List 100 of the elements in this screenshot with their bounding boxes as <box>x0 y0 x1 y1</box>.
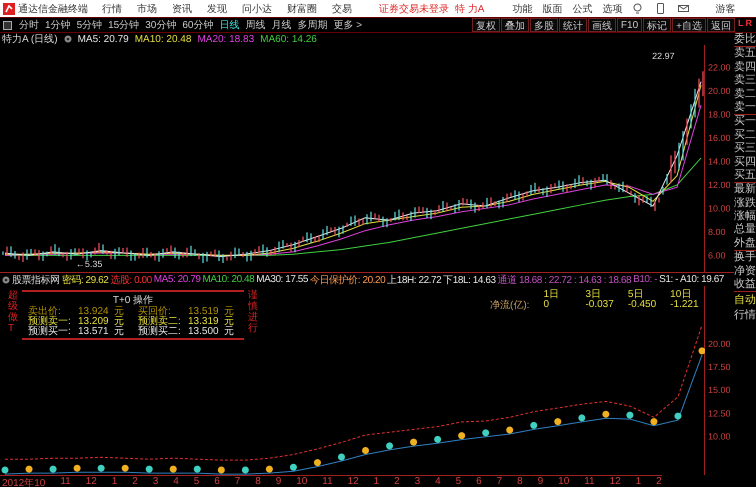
menu-item[interactable]: 版面 <box>542 2 562 16</box>
quote-field-label: 净资 <box>734 264 756 278</box>
toolbar-button[interactable]: +自选 <box>672 18 706 32</box>
panel-title: T+0 操作 <box>112 294 154 306</box>
quote-field-label: 涨幅 <box>734 210 756 223</box>
toolbar-button[interactable]: F10 <box>616 18 642 32</box>
toolbar-button[interactable]: 画线 <box>588 18 616 32</box>
bulb-icon[interactable] <box>632 3 644 14</box>
signal-dot <box>170 466 177 473</box>
quote-field-label: 买五 <box>734 168 756 182</box>
app-title: 通达信金融终端 <box>18 2 88 16</box>
axis-label: 22.00 <box>708 62 730 72</box>
signal-dot <box>74 464 81 472</box>
signal-dot <box>578 414 586 422</box>
menu-item[interactable]: 选项 <box>602 2 622 16</box>
signal-dot <box>602 410 610 418</box>
date-axis-label: 1 <box>112 476 118 487</box>
period-tab[interactable]: 日线 <box>216 18 242 32</box>
toolbar-button[interactable]: 多股 <box>530 18 558 32</box>
panel-tab[interactable]: 自动 <box>734 292 756 308</box>
quote-field-label: 卖四 <box>734 60 756 74</box>
indicator-reading: MA10: 20.48 <box>202 274 254 285</box>
date-axis-label: 2 <box>656 476 662 487</box>
net-flow-value: -1.221 <box>670 300 699 310</box>
date-axis-label: 2012年10 <box>2 477 46 487</box>
date-axis-label: 6 <box>476 476 482 487</box>
indicator-reading: 上18H: 22.72 <box>387 274 442 286</box>
indicator-reading: MA30: 17.55 <box>256 274 308 285</box>
period-tab[interactable]: 15分钟 <box>105 18 142 32</box>
period-tab[interactable]: 30分钟 <box>142 18 180 32</box>
signal-dot <box>122 464 129 472</box>
period-tab[interactable]: 60分钟 <box>179 18 216 32</box>
period-tab[interactable]: 多周期 <box>294 18 330 32</box>
ma-reading: MA20: 18.83 <box>197 34 254 44</box>
indicator-reading: 通道 18.68 : 22.72 : 14.63 : 18.68 <box>498 274 632 286</box>
date-axis-label: 2 <box>132 476 138 487</box>
axis-label: 15.00 <box>708 385 730 396</box>
toolbar-button[interactable]: 统计 <box>558 18 587 32</box>
axis-label: 14.00 <box>708 156 730 166</box>
date-axis-label: 12 <box>86 476 97 487</box>
indicator-reading: 下18L: 14.63 <box>443 274 496 286</box>
menu-item[interactable]: 问小达 <box>242 2 272 16</box>
net-flow-value: -0.037 <box>585 300 614 310</box>
date-axis-label: 11 <box>60 476 71 487</box>
quote-field-label: 收益 <box>734 278 756 292</box>
quote-field-label: 卖一 <box>734 100 756 114</box>
signal-dot <box>482 429 490 436</box>
menu-item[interactable]: 交易 <box>332 2 352 16</box>
quote-field-label: 卖二 <box>734 88 756 101</box>
login-status[interactable]: 证券交易未登录 <box>379 2 449 16</box>
level-badge[interactable]: L R <box>738 18 756 32</box>
indicator-reading: B10: - <box>633 274 658 285</box>
settings-icon[interactable] <box>2 276 10 284</box>
phone-icon[interactable] <box>655 3 666 14</box>
panel-toggle-icon[interactable] <box>3 20 12 30</box>
signal-tag: 谨慎进行 <box>248 290 258 334</box>
period-label: 5日 <box>628 290 644 300</box>
mail-icon[interactable] <box>678 3 690 14</box>
signal-dot <box>650 418 658 426</box>
signal-dot <box>386 442 394 450</box>
toolbar-button[interactable]: 返回 <box>707 18 735 32</box>
axis-label: 17.50 <box>708 362 730 372</box>
date-axis-label: 1 <box>636 476 642 487</box>
user-name[interactable]: 游客 <box>715 2 736 16</box>
menu-item[interactable]: 财富圈 <box>287 2 317 16</box>
period-tab[interactable]: 分时 <box>16 18 42 32</box>
panel-tab[interactable]: 行情 <box>734 307 756 322</box>
menu-item[interactable]: 行情 <box>102 2 122 16</box>
date-axis-label: 5 <box>456 476 462 487</box>
toolbar-button[interactable]: 复权 <box>472 18 500 32</box>
ma-reading: MA5: 20.79 <box>78 34 129 44</box>
menu-item[interactable]: 发现 <box>207 2 227 16</box>
signal-dot <box>242 466 249 474</box>
signal-dot <box>554 418 562 426</box>
quote-field-label: 换手 <box>734 251 756 265</box>
signal-dot <box>626 412 634 419</box>
period-tab[interactable]: 1分钟 <box>42 18 74 32</box>
menu-item[interactable]: 公式 <box>572 2 592 16</box>
toolbar-button[interactable]: 标记 <box>643 18 672 32</box>
date-axis-label: 8 <box>255 476 261 487</box>
toolbar-button[interactable]: 叠加 <box>500 18 529 32</box>
signal-dot <box>218 466 225 474</box>
signal-dot <box>314 459 321 466</box>
period-tab[interactable]: 更多 > <box>330 18 366 32</box>
quote-field-label: 涨跌 <box>734 196 756 210</box>
quote-field-label: 总量 <box>734 223 756 237</box>
quote-field-label: 买二 <box>734 128 756 142</box>
signal-dot <box>458 432 466 440</box>
period-label: 1日 <box>543 290 560 300</box>
indicator-reading: 今日保护价: 20.20 <box>310 274 386 286</box>
period-tab[interactable]: 月线 <box>268 18 294 32</box>
signal-dot <box>2 466 8 474</box>
menu-item[interactable]: 功能 <box>512 2 532 16</box>
menu-item[interactable]: 市场 <box>137 2 157 16</box>
menu-item[interactable]: 资讯 <box>172 2 192 16</box>
period-tab[interactable]: 5分钟 <box>74 18 106 32</box>
period-tab[interactable]: 周线 <box>242 18 268 32</box>
settings-icon[interactable] <box>64 35 72 43</box>
date-axis-label: 4 <box>435 476 441 487</box>
axis-label: 20.00 <box>708 86 730 96</box>
